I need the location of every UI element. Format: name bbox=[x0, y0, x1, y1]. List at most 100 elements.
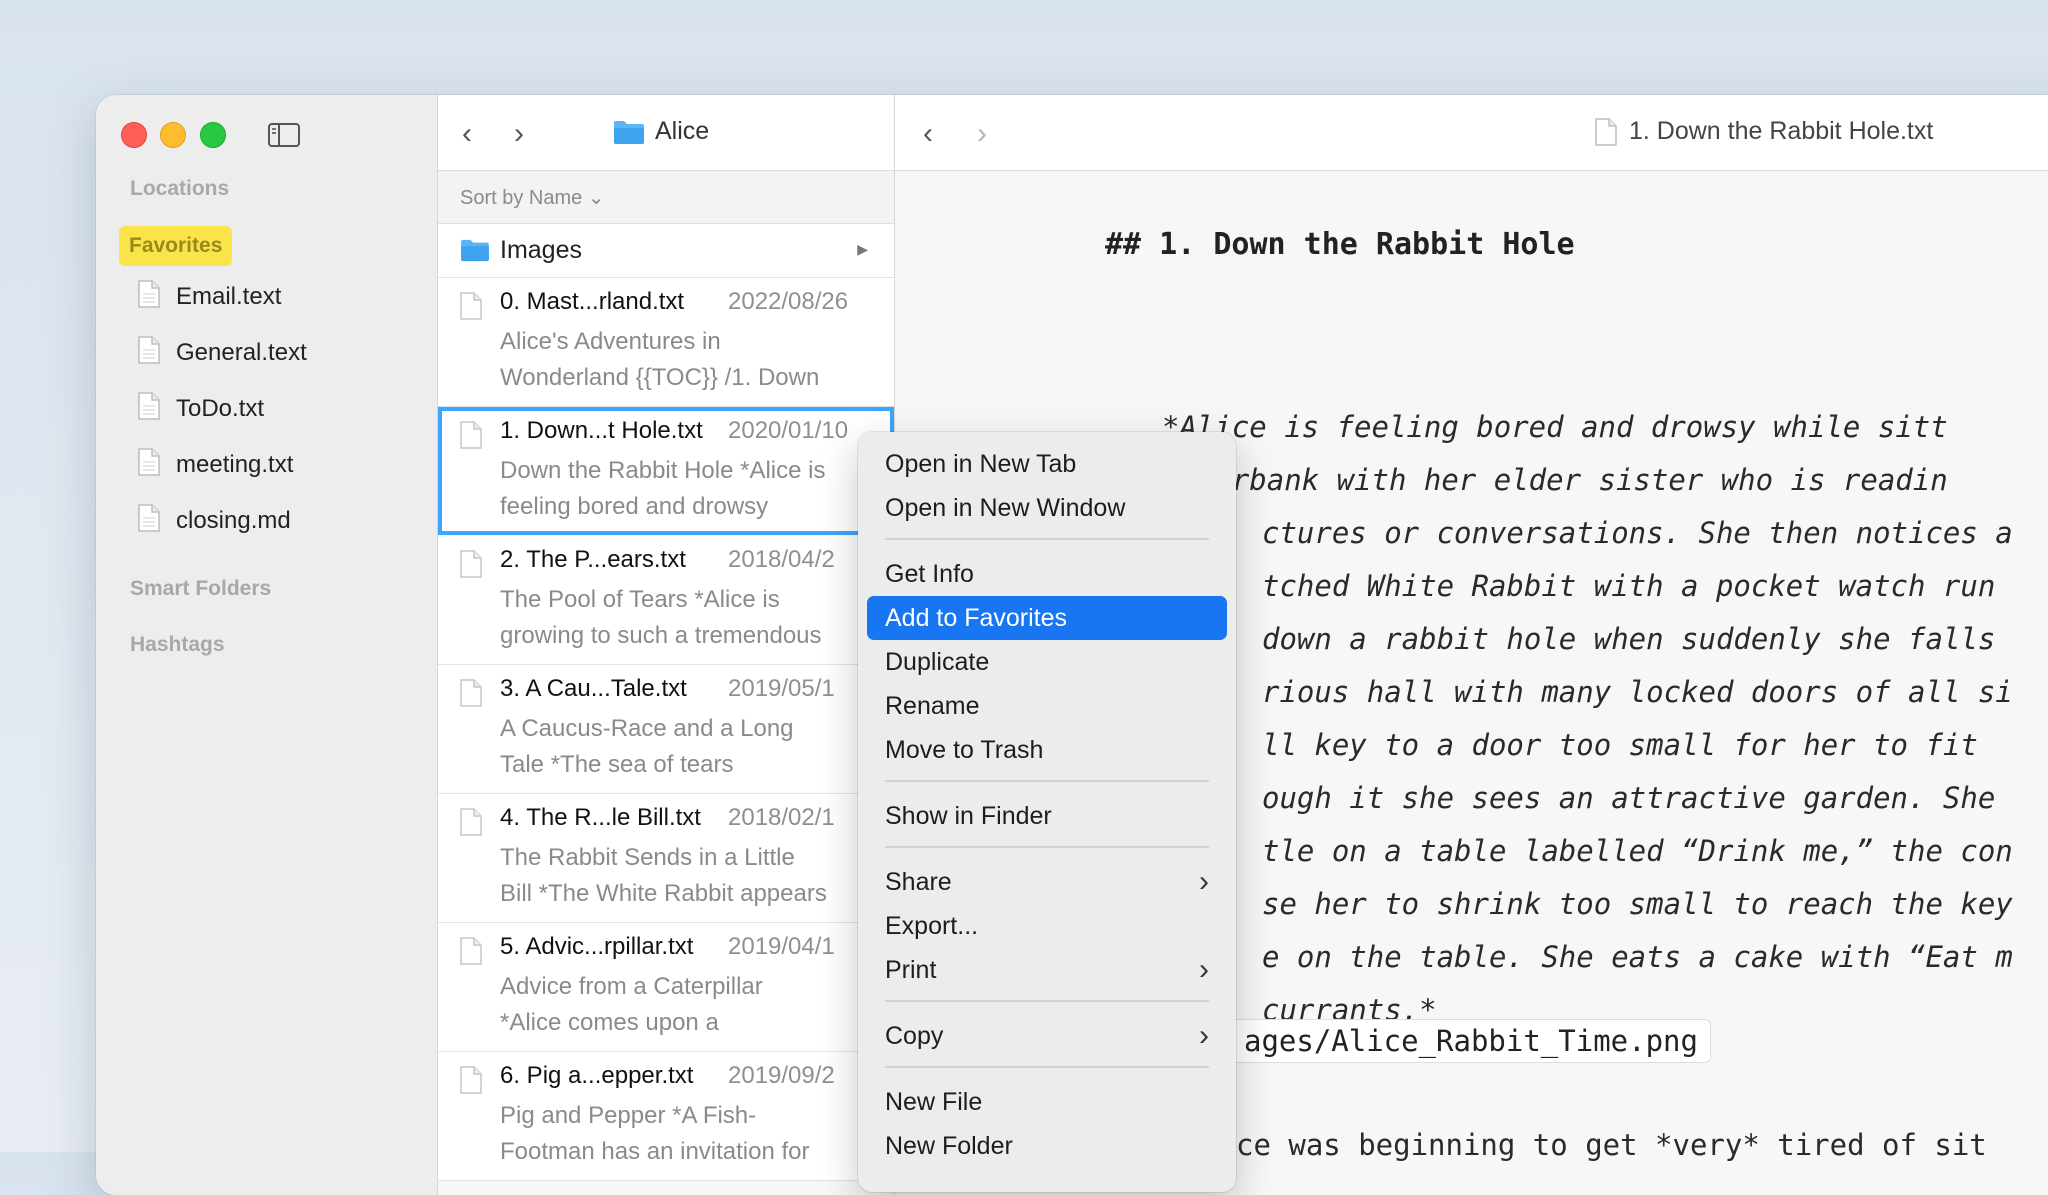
chevron-right-icon: › bbox=[1199, 865, 1209, 898]
editor-text[interactable]: *Alice is feeling bored and drowsy while… bbox=[1162, 401, 2048, 1037]
document-icon bbox=[1595, 117, 1617, 146]
menu-item-new-folder[interactable]: New Folder bbox=[867, 1124, 1227, 1168]
note-title: 5. Advic...rpillar.txt bbox=[500, 933, 694, 960]
forward-arrow-icon[interactable]: › bbox=[514, 117, 524, 151]
editor-line: ll key to a door too small for her to fi… bbox=[1262, 728, 1978, 762]
editor-file-title: 1. Down the Rabbit Hole.txt bbox=[1595, 117, 1933, 146]
document-icon bbox=[460, 292, 482, 325]
note-date: 2018/04/2 bbox=[728, 546, 835, 573]
menu-item-label: Get Info bbox=[885, 560, 974, 588]
menu-item-label: Open in New Tab bbox=[885, 450, 1077, 478]
minimize-window-button[interactable] bbox=[160, 122, 186, 148]
sidebar-item-email[interactable]: Email.text bbox=[138, 277, 281, 317]
menu-item-new-file[interactable]: New File bbox=[867, 1080, 1227, 1124]
zoom-window-button[interactable] bbox=[200, 122, 226, 148]
editor-line: *Alice is feeling bored and drowsy while… bbox=[1162, 410, 1948, 444]
smart-folders-label[interactable]: Smart Folders bbox=[130, 577, 271, 601]
menu-item-rename[interactable]: Rename bbox=[867, 684, 1227, 728]
hashtags-label[interactable]: Hashtags bbox=[130, 633, 225, 657]
note-date: 2019/04/1 bbox=[728, 933, 835, 960]
sidebar: Locations Favorites Email.text General.t… bbox=[96, 95, 438, 1195]
note-excerpt: A Caucus-Race and a Long Tale *The sea o… bbox=[500, 715, 794, 778]
sidebar-item-label: Email.text bbox=[176, 283, 282, 310]
sidebar-item-label: General.text bbox=[176, 339, 307, 366]
context-menu: Open in New Tab Open in New Window Get I… bbox=[858, 432, 1236, 1192]
file-title-text: 1. Down the Rabbit Hole.txt bbox=[1629, 117, 1934, 145]
menu-item-label: Open in New Window bbox=[885, 494, 1126, 522]
editor-line: e on the table. She eats a cake with “Ea… bbox=[1262, 940, 2013, 974]
menu-item-label: Add to Favorites bbox=[885, 604, 1068, 632]
note-excerpt: Pig and Pepper *A Fish- Footman has an i… bbox=[500, 1102, 810, 1165]
chevron-down-icon: ⌄ bbox=[582, 187, 605, 209]
chevron-right-icon: › bbox=[1199, 953, 1209, 986]
disclosure-triangle-icon[interactable]: ▶ bbox=[857, 241, 868, 258]
menu-item-label: Rename bbox=[885, 692, 980, 720]
menu-item-move-to-trash[interactable]: Move to Trash bbox=[867, 728, 1227, 772]
sidebar-item-general[interactable]: General.text bbox=[138, 333, 307, 373]
editor-line: ough it she sees an attractive garden. S… bbox=[1262, 781, 1996, 815]
sidebar-item-closing[interactable]: closing.md bbox=[138, 501, 291, 541]
folder-title: Alice bbox=[613, 117, 709, 146]
note-excerpt: Down the Rabbit Hole *Alice is feeling b… bbox=[500, 457, 826, 520]
forward-arrow-icon[interactable]: › bbox=[977, 117, 987, 151]
menu-item-copy[interactable]: Copy › bbox=[867, 1014, 1227, 1058]
document-icon bbox=[460, 808, 482, 841]
sort-label: Sort by Name bbox=[460, 187, 583, 209]
menu-item-open-new-window[interactable]: Open in New Window bbox=[867, 486, 1227, 530]
folder-row-images[interactable]: Images ▶ bbox=[438, 224, 894, 278]
editor-line: down a rabbit hole when suddenly she fal… bbox=[1262, 622, 1996, 656]
menu-item-share[interactable]: Share › bbox=[867, 860, 1227, 904]
sidebar-item-label: meeting.txt bbox=[176, 451, 294, 478]
note-excerpt: Advice from a Caterpillar *Alice comes u… bbox=[500, 973, 763, 1036]
note-row[interactable]: 0. Mast...rland.txt 2022/08/26 Alice's A… bbox=[438, 278, 894, 407]
menu-item-duplicate[interactable]: Duplicate bbox=[867, 640, 1227, 684]
menu-item-add-to-favorites[interactable]: Add to Favorites bbox=[867, 596, 1227, 640]
menu-item-label: Share bbox=[885, 868, 952, 896]
favorites-label[interactable]: Favorites bbox=[119, 226, 233, 266]
menu-separator bbox=[885, 1000, 1209, 1002]
editor-line: rious hall with many locked doors of all… bbox=[1262, 675, 2013, 709]
folder-name: Alice bbox=[655, 117, 710, 145]
document-icon bbox=[138, 391, 160, 427]
menu-item-label: Copy bbox=[885, 1022, 944, 1050]
note-list-pane: ‹ › Alice Sort by Name ⌄ Images ▶ 0. Mas… bbox=[438, 95, 895, 1195]
note-title: 0. Mast...rland.txt bbox=[500, 288, 685, 315]
menu-separator bbox=[885, 846, 1209, 848]
menu-item-export[interactable]: Export... bbox=[867, 904, 1227, 948]
note-title: 6. Pig a...epper.txt bbox=[500, 1062, 694, 1089]
note-row-selected[interactable]: 1. Down...t Hole.txt 2020/01/10 Down the… bbox=[438, 407, 894, 535]
sidebar-toggle-icon[interactable] bbox=[268, 123, 300, 152]
note-row[interactable]: 3. A Cau...Tale.txt 2019/05/1 A Caucus-R… bbox=[438, 665, 894, 794]
folder-icon bbox=[614, 120, 644, 144]
editor-line[interactable]: ce was beginning to get *very* tired of … bbox=[1236, 1128, 1987, 1162]
menu-item-label: New File bbox=[885, 1088, 983, 1116]
back-arrow-icon[interactable]: ‹ bbox=[462, 117, 472, 151]
locations-label[interactable]: Locations bbox=[130, 177, 229, 201]
note-row[interactable]: 2. The P...ears.txt 2018/04/2 The Pool o… bbox=[438, 536, 894, 665]
sort-dropdown[interactable]: Sort by Name ⌄ bbox=[460, 185, 605, 210]
note-row[interactable]: 4. The R...le Bill.txt 2018/02/1 The Rab… bbox=[438, 794, 894, 923]
note-row[interactable]: 6. Pig a...epper.txt 2019/09/2 Pig and P… bbox=[438, 1052, 894, 1181]
editor-heading[interactable]: ## 1. Down the Rabbit Hole bbox=[1105, 227, 1575, 262]
note-excerpt: The Rabbit Sends in a Little Bill *The W… bbox=[500, 844, 827, 907]
editor-toolbar: ‹ › 1. Down the Rabbit Hole.txt bbox=[895, 95, 2048, 171]
note-row[interactable]: 5. Advic...rpillar.txt 2019/04/1 Advice … bbox=[438, 923, 894, 1052]
menu-item-print[interactable]: Print › bbox=[867, 948, 1227, 992]
menu-item-label: Export... bbox=[885, 912, 979, 940]
document-icon bbox=[138, 447, 160, 483]
back-arrow-icon[interactable]: ‹ bbox=[923, 117, 933, 151]
note-date: 2019/05/1 bbox=[728, 675, 835, 702]
chevron-right-icon: › bbox=[1199, 1019, 1209, 1052]
sidebar-item-todo[interactable]: ToDo.txt bbox=[138, 389, 264, 429]
menu-item-open-new-tab[interactable]: Open in New Tab bbox=[867, 442, 1227, 486]
editor-line: ctures or conversations. She then notice… bbox=[1262, 516, 2013, 550]
note-title: 4. The R...le Bill.txt bbox=[500, 804, 701, 831]
sidebar-item-meeting[interactable]: meeting.txt bbox=[138, 445, 293, 485]
folder-row-label: Images bbox=[500, 236, 582, 264]
image-path-code[interactable]: ages/Alice_Rabbit_Time.png bbox=[1231, 1019, 1711, 1063]
menu-item-show-in-finder[interactable]: Show in Finder bbox=[867, 794, 1227, 838]
close-window-button[interactable] bbox=[121, 122, 147, 148]
note-excerpt: Alice's Adventures in Wonderland {{TOC}}… bbox=[500, 328, 820, 391]
menu-item-get-info[interactable]: Get Info bbox=[867, 552, 1227, 596]
note-date: 2020/01/10 bbox=[728, 417, 849, 444]
